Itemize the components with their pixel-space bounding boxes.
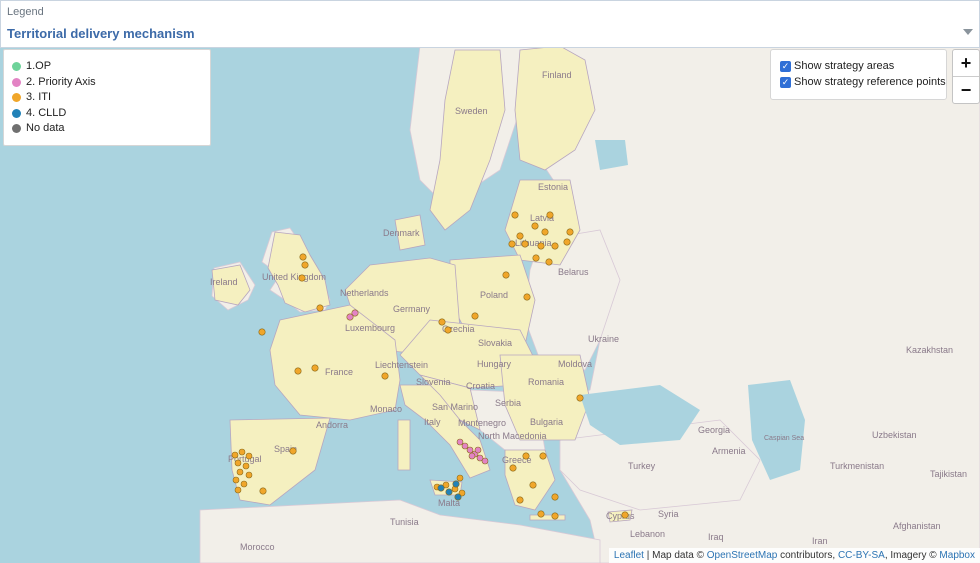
label-france: France	[325, 367, 353, 377]
legend-label: 4. CLLD	[26, 107, 67, 119]
label-ukraine: Ukraine	[588, 334, 619, 344]
legend-label: 3. ITI	[26, 91, 52, 103]
label-syria: Syria	[658, 509, 679, 519]
zoom-out-button[interactable]: −	[953, 77, 979, 103]
label-cyprus: Cyprus	[606, 511, 635, 521]
label-turkey: Turkey	[628, 461, 656, 471]
label-uk: United Kingdom	[262, 272, 326, 282]
attribution-text: | Map data ©	[643, 550, 707, 561]
label-tunisia: Tunisia	[390, 517, 419, 527]
legend-selector[interactable]: Legend Territorial delivery mechanism	[0, 0, 980, 48]
map-attribution: Leaflet | Map data © OpenStreetMap contr…	[608, 548, 980, 563]
label-san-marino: San Marino	[432, 402, 478, 412]
label-tajikistan: Tajikistan	[930, 469, 967, 479]
label-armenia: Armenia	[712, 446, 746, 456]
label-slovenia: Slovenia	[416, 377, 451, 387]
label-iran: Iran	[812, 536, 828, 546]
label-slovakia: Slovakia	[478, 338, 512, 348]
legend-dot-priority-axis	[12, 77, 21, 87]
label-north-macedonia: North Macedonia	[478, 431, 547, 441]
legend-item-op: 1.OP	[12, 60, 51, 72]
toggle-strategy-reference-points[interactable]: ✓ Show strategy reference points	[780, 76, 946, 88]
label-moldova: Moldova	[558, 359, 592, 369]
label-poland: Poland	[480, 290, 508, 300]
label-lebanon: Lebanon	[630, 529, 665, 539]
label-finland: Finland	[542, 70, 572, 80]
legend-caption: Legend	[7, 6, 44, 18]
toggle-strategy-areas[interactable]: ✓ Show strategy areas	[780, 60, 894, 72]
label-ireland: Ireland	[210, 277, 238, 287]
license-link[interactable]: CC-BY-SA	[838, 550, 885, 561]
label-afghanistan: Afghanistan	[893, 521, 941, 531]
label-andorra: Andorra	[316, 420, 348, 430]
legend-item-clld: 4. CLLD	[12, 107, 66, 119]
label-caspian: Caspian Sea	[764, 435, 804, 442]
attribution-text: , Imagery ©	[884, 550, 940, 561]
label-luxembourg: Luxembourg	[345, 323, 395, 333]
label-monaco: Monaco	[370, 404, 402, 414]
osm-link[interactable]: OpenStreetMap	[707, 550, 778, 561]
label-netherlands: Netherlands	[340, 288, 389, 298]
label-liechtenstein: Liechtenstein	[375, 360, 428, 370]
label-lithuania: Lithuania	[515, 238, 552, 248]
label-morocco: Morocco	[240, 542, 275, 552]
chevron-down-icon[interactable]	[963, 29, 973, 35]
label-turkmenistan: Turkmenistan	[830, 461, 884, 471]
legend-label: No data	[26, 122, 65, 134]
legend-box: 1.OP 2. Priority Axis 3. ITI 4. CLLD No …	[3, 49, 211, 146]
selected-layer: Territorial delivery mechanism	[7, 26, 195, 41]
label-montenegro: Montenegro	[458, 418, 506, 428]
legend-dot-op	[12, 61, 21, 71]
checkbox-strategy-reference-points[interactable]: ✓	[780, 76, 791, 88]
label-georgia: Georgia	[698, 425, 730, 435]
legend-dot-no-data	[12, 123, 21, 133]
label-romania: Romania	[528, 377, 564, 387]
legend-label: 2. Priority Axis	[26, 76, 96, 88]
label-estonia: Estonia	[538, 182, 568, 192]
label-serbia: Serbia	[495, 398, 521, 408]
toggle-label: Show strategy areas	[794, 60, 895, 72]
legend-dot-clld	[12, 108, 21, 118]
label-germany: Germany	[393, 304, 431, 314]
legend-item-iti: 3. ITI	[12, 91, 51, 103]
label-uzbekistan: Uzbekistan	[872, 430, 917, 440]
legend-label: 1.OP	[26, 60, 52, 72]
attribution-text: contributors,	[777, 550, 838, 561]
layer-toggles: ✓ Show strategy areas ✓ Show strategy re…	[770, 49, 947, 100]
label-kazakhstan: Kazakhstan	[906, 345, 953, 355]
label-belarus: Belarus	[558, 267, 589, 277]
label-sweden: Sweden	[455, 106, 488, 116]
legend-item-priority-axis: 2. Priority Axis	[12, 76, 96, 88]
label-bulgaria: Bulgaria	[530, 417, 563, 427]
leaflet-link[interactable]: Leaflet	[614, 550, 644, 561]
legend-item-no-data: No data	[12, 122, 65, 134]
label-croatia: Croatia	[466, 381, 495, 391]
legend-dot-iti	[12, 92, 21, 102]
mapbox-link[interactable]: Mapbox	[939, 550, 975, 561]
label-hungary: Hungary	[477, 359, 512, 369]
zoom-control: + −	[952, 49, 980, 104]
checkbox-strategy-areas[interactable]: ✓	[780, 60, 791, 72]
label-iraq: Iraq	[708, 532, 724, 542]
label-italy: Italy	[424, 417, 441, 427]
label-denmark: Denmark	[383, 228, 420, 238]
zoom-in-button[interactable]: +	[953, 50, 979, 77]
toggle-label: Show strategy reference points	[794, 76, 946, 88]
